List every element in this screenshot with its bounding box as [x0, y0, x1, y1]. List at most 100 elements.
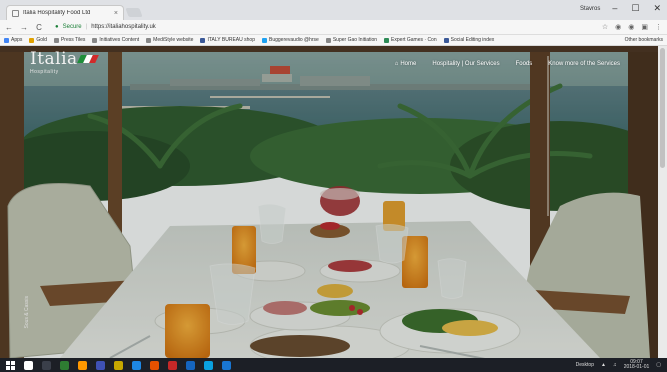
italian-flag-icon: [77, 55, 99, 63]
bookmark-item[interactable]: Social Editing index: [443, 37, 495, 43]
site-navigation: ⌂ Home Hospitality | Our Services Foods …: [395, 61, 620, 67]
bookmark-label: Expert Games · Con: [391, 37, 437, 43]
bookmark-favicon-icon: [200, 37, 206, 43]
lock-icon: ●: [55, 24, 59, 30]
taskbar-app-icon[interactable]: [60, 360, 69, 370]
profile-name[interactable]: Stavros: [580, 6, 600, 12]
window-controls: – ☐ ✕: [612, 3, 661, 14]
extension-icon[interactable]: ◉: [628, 23, 634, 31]
taskbar-app-icon[interactable]: [78, 360, 87, 370]
address-separator: |: [85, 24, 88, 30]
system-tray: Desktop ▲ ♫ 09:07 2018-01-01 ▢: [576, 360, 661, 370]
clock-date: 2018-01-01: [623, 364, 650, 370]
windows-taskbar: Desktop ▲ ♫ 09:07 2018-01-01 ▢: [0, 358, 667, 372]
nav-know-more[interactable]: Know more of the Services: [548, 61, 620, 67]
bookmark-label: Gold: [36, 37, 47, 43]
bookmark-item[interactable]: Initiatives Content: [92, 37, 139, 43]
other-bookmarks-label: Other bookmarks: [624, 37, 663, 43]
scrollbar-thumb[interactable]: [660, 48, 665, 168]
tray-desktop-label[interactable]: Desktop: [576, 362, 594, 368]
taskbar-app-icon[interactable]: [186, 360, 195, 370]
taskbar-app-icon[interactable]: [96, 360, 105, 370]
bookmark-label: Super Gao Initiation: [332, 37, 378, 43]
bookmark-label: Buggerevaudio @hrse: [269, 37, 319, 43]
menu-icon[interactable]: ⋮: [655, 23, 662, 31]
bookmark-star-icon[interactable]: ☆: [602, 23, 608, 31]
bookmark-item[interactable]: Super Gao Initiation: [325, 37, 378, 43]
start-tile: [6, 360, 10, 365]
secure-label: Secure: [62, 24, 82, 30]
maximize-button[interactable]: ☐: [631, 3, 639, 14]
address-bar[interactable]: ● Secure | https://italiahospitality.uk: [50, 22, 595, 33]
network-icon[interactable]: ▲: [601, 362, 606, 368]
bookmark-item[interactable]: Press Tiles: [53, 37, 86, 43]
taskbar-clock[interactable]: 09:07 2018-01-01: [624, 360, 650, 370]
bookmark-item[interactable]: MediStyle website: [146, 37, 193, 43]
bookmarks-bar: Apps Gold Press Tiles Initiatives Content Me…: [0, 35, 667, 46]
logo-wordmark: Italia: [30, 49, 78, 69]
page-scrollbar[interactable]: [658, 46, 667, 358]
bookmark-item[interactable]: Gold: [29, 37, 47, 43]
taskbar-app-icon[interactable]: [42, 360, 51, 370]
start-tile: [11, 365, 15, 370]
start-tile: [11, 360, 15, 365]
reload-button[interactable]: C: [35, 23, 43, 32]
nav-know-more-label: Know more of the Services: [548, 61, 620, 67]
nav-foods[interactable]: Foods: [516, 61, 533, 67]
home-icon: ⌂: [394, 61, 399, 67]
hero-overlay: [0, 46, 658, 358]
extension-icon[interactable]: ▣: [641, 23, 648, 31]
bookmark-label: Initiatives Content: [99, 37, 140, 43]
bookmark-label: MediStyle website: [153, 37, 194, 43]
nav-hospitality-label: Hospitality | Our Services: [432, 61, 500, 67]
site-logo[interactable]: Italia Hospitality: [30, 49, 99, 75]
taskbar-app-icon[interactable]: [222, 360, 231, 370]
nav-hospitality[interactable]: Hospitality | Our Services: [432, 61, 499, 67]
bookmark-item[interactable]: Apps: [4, 37, 22, 43]
extension-icon[interactable]: ◉: [615, 23, 621, 31]
volume-icon[interactable]: ♫: [613, 362, 617, 368]
logo-subtitle: Hospitality: [30, 69, 59, 75]
bookmark-item[interactable]: Buggerevaudio @hrse: [262, 37, 319, 43]
bookmark-label: Social Editing index: [450, 37, 495, 43]
bookmark-label: Press Tiles: [60, 37, 86, 43]
new-tab-button[interactable]: [125, 8, 143, 17]
taskbar-app-icon[interactable]: [204, 360, 213, 370]
nav-home[interactable]: ⌂ Home: [395, 61, 417, 67]
bookmark-favicon-icon: [384, 37, 390, 43]
taskbar-app-icon[interactable]: [114, 360, 123, 370]
minimize-button[interactable]: –: [612, 3, 617, 14]
taskbar-app-icon[interactable]: [150, 360, 159, 370]
page-favicon-icon: [12, 9, 19, 17]
page-viewport: Italia Hospitality ⌂ Home Hospitality | …: [0, 46, 658, 358]
tab-title: Italia Hospitality Food Ltd: [23, 10, 91, 16]
bookmark-favicon-icon: [4, 37, 9, 43]
bookmark-item[interactable]: Expert Games · Con: [384, 37, 437, 43]
bookmark-favicon-icon: [443, 37, 449, 43]
bookmark-favicon-icon: [262, 37, 267, 43]
nav-home-label: Home: [400, 61, 417, 67]
close-window-button[interactable]: ✕: [653, 3, 661, 14]
url-text[interactable]: https://italiahospitality.uk: [91, 24, 156, 30]
back-button[interactable]: ←: [5, 23, 13, 32]
bookmark-favicon-icon: [146, 37, 152, 43]
bookmark-favicon-icon: [92, 37, 98, 43]
browser-toolbar: ← → C ● Secure | https://italiahospitali…: [0, 20, 667, 35]
bookmark-favicon-icon: [53, 37, 59, 43]
bookmark-item[interactable]: ITALY BUREAU shop: [200, 37, 255, 43]
taskbar-app-icon[interactable]: [168, 360, 177, 370]
other-bookmarks[interactable]: Other bookmarks: [621, 37, 663, 43]
start-tile: [6, 365, 10, 370]
taskbar-app-icon[interactable]: [132, 360, 141, 370]
windows-start-icon[interactable]: [6, 360, 15, 370]
notifications-icon[interactable]: ▢: [656, 362, 661, 368]
toolbar-icons: ☆ ◉ ◉ ▣ ⋮: [602, 23, 662, 31]
tab-close-icon[interactable]: ×: [114, 10, 118, 17]
browser-tabstrip: Italia Hospitality Food Ltd × Stavros – …: [0, 0, 667, 20]
taskbar-app-icon[interactable]: [24, 360, 33, 370]
browser-tab[interactable]: Italia Hospitality Food Ltd ×: [6, 5, 124, 20]
bookmark-label: Apps: [11, 37, 23, 43]
bookmark-label: ITALY BUREAU shop: [207, 37, 255, 43]
forward-button[interactable]: →: [20, 23, 28, 32]
bookmark-favicon-icon: [29, 37, 35, 43]
